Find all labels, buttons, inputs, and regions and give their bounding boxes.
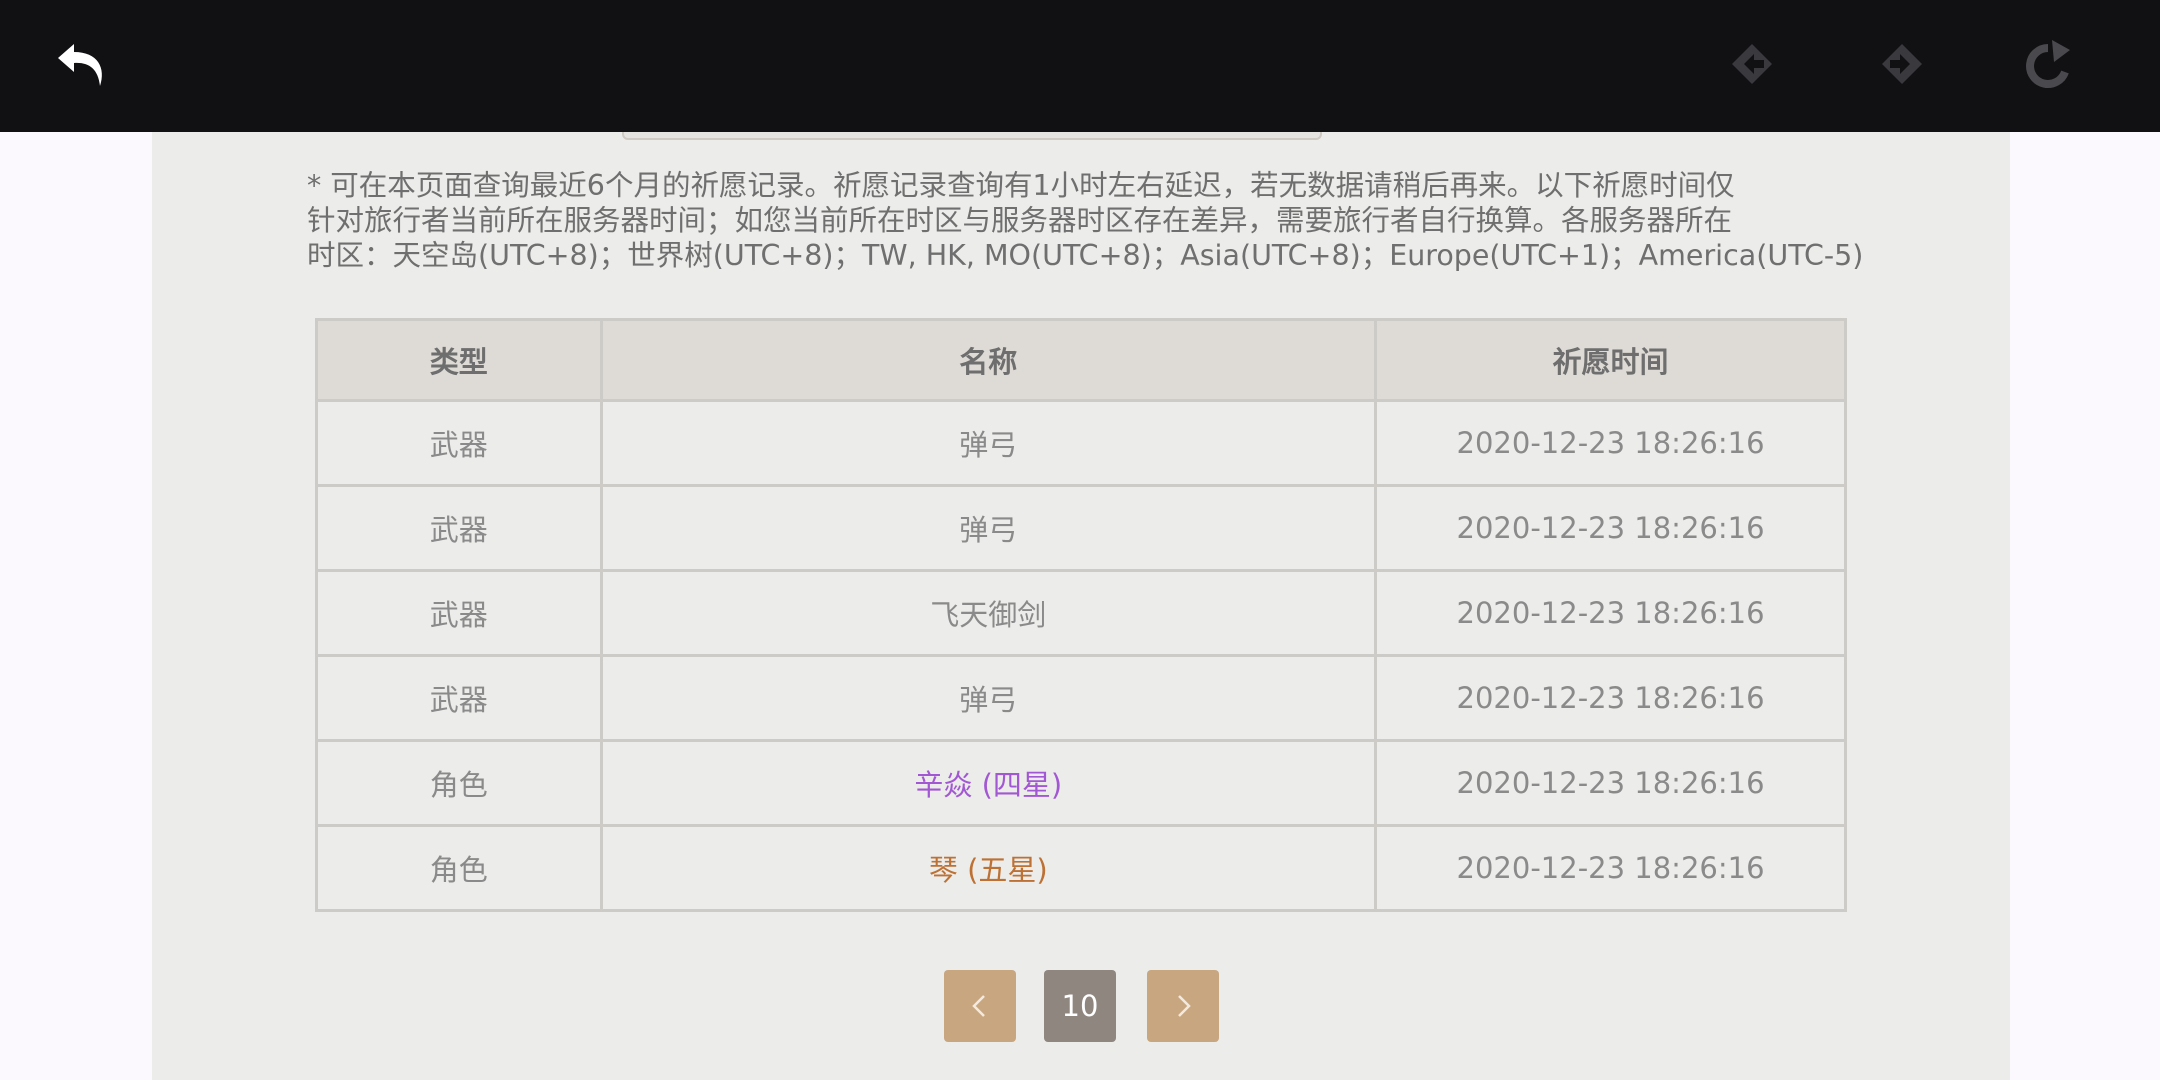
top-toolbar (0, 0, 2160, 132)
cell-type: 角色 (315, 739, 603, 827)
cell-time: 2020-12-23 18:26:16 (1374, 569, 1847, 657)
table-row: 武器 弹弓 2020-12-23 18:26:16 (315, 484, 1847, 572)
chevron-right-icon (1178, 995, 1191, 1017)
cell-name: 弹弓 (599, 399, 1378, 487)
cell-name: 弹弓 (599, 654, 1378, 742)
pager-next-button[interactable] (1147, 970, 1219, 1042)
cell-name: 飞天御剑 (599, 569, 1378, 657)
pager-current-page: 10 (1044, 970, 1116, 1042)
pager-prev-button[interactable] (944, 970, 1016, 1042)
notice-line: 针对旅行者当前所在服务器时间；如您当前所在时区与服务器时区存在差异，需要旅行者自… (307, 204, 1733, 237)
browser-next-button[interactable] (1862, 26, 1942, 106)
cell-name-four-star: 辛焱 (四星) (599, 739, 1378, 827)
header-time: 祈愿时间 (1374, 318, 1847, 402)
wish-records-table: 类型 名称 祈愿时间 武器 弹弓 2020-12-23 18:26:16 武器 … (315, 318, 1847, 912)
table-row: 武器 弹弓 2020-12-23 18:26:16 (315, 654, 1847, 742)
prev-diamond-icon (1732, 44, 1772, 84)
cell-name-five-star: 琴 (五星) (599, 824, 1378, 912)
refresh-icon (2026, 40, 2070, 88)
table-row: 武器 飞天御剑 2020-12-23 18:26:16 (315, 569, 1847, 657)
table-header-row: 类型 名称 祈愿时间 (315, 318, 1847, 402)
cell-name: 弹弓 (599, 484, 1378, 572)
cell-type: 武器 (315, 654, 603, 742)
notice-line: * 可在本页面查询最近6个月的祈愿记录。祈愿记录查询有1小时左右延迟，若无数据请… (307, 169, 1735, 202)
header-name: 名称 (599, 318, 1378, 402)
cell-type: 角色 (315, 824, 603, 912)
back-arrow-icon (58, 44, 102, 86)
cell-type: 武器 (315, 484, 603, 572)
cell-time: 2020-12-23 18:26:16 (1374, 739, 1847, 827)
browser-prev-button[interactable] (1712, 26, 1792, 106)
notice-line: 时区：天空岛(UTC+8)；世界树(UTC+8)；TW, HK, MO(UTC+… (307, 239, 1864, 272)
table-row: 角色 琴 (五星) 2020-12-23 18:26:16 (315, 824, 1847, 912)
cell-time: 2020-12-23 18:26:16 (1374, 824, 1847, 912)
next-diamond-icon (1882, 44, 1922, 84)
header-type: 类型 (315, 318, 603, 402)
table-row: 角色 辛焱 (四星) 2020-12-23 18:26:16 (315, 739, 1847, 827)
chevron-left-icon (972, 995, 985, 1017)
cell-type: 武器 (315, 399, 603, 487)
cell-time: 2020-12-23 18:26:16 (1374, 399, 1847, 487)
table-row: 武器 弹弓 2020-12-23 18:26:16 (315, 399, 1847, 487)
history-notice: * 可在本页面查询最近6个月的祈愿记录。祈愿记录查询有1小时左右延迟，若无数据请… (307, 168, 1864, 273)
wish-history-panel: * 可在本页面查询最近6个月的祈愿记录。祈愿记录查询有1小时左右延迟，若无数据请… (152, 124, 2010, 1080)
cell-type: 武器 (315, 569, 603, 657)
back-button[interactable] (42, 26, 122, 106)
refresh-button[interactable] (2008, 26, 2088, 106)
cell-time: 2020-12-23 18:26:16 (1374, 654, 1847, 742)
cell-time: 2020-12-23 18:26:16 (1374, 484, 1847, 572)
